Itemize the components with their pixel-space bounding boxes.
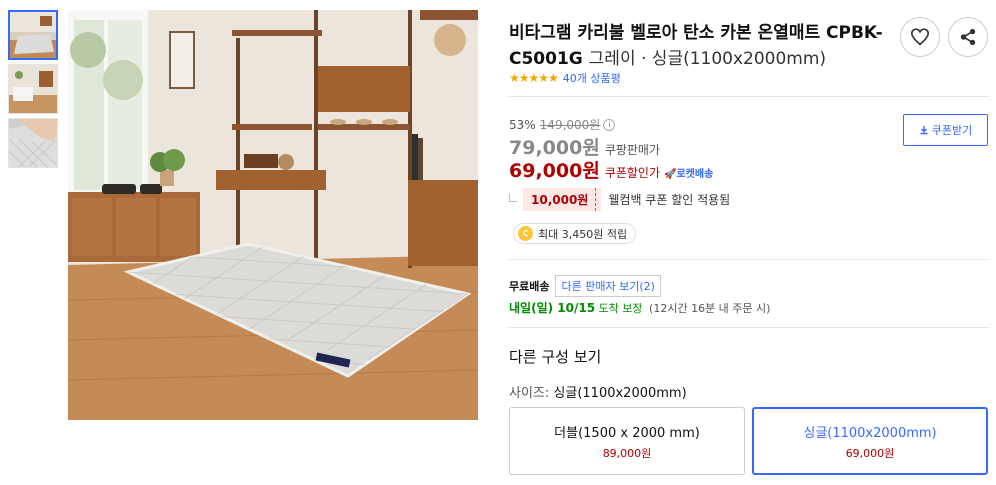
size-line: 사이즈: 싱글(1100x2000mm) — [509, 382, 687, 401]
option-name: 더블(1500 x 2000 mm) — [554, 425, 700, 441]
reward-badge: C 최대 3,450원 적립 — [513, 223, 637, 244]
welcome-coupon-row: 10,000원 웰컴백 쿠폰 할인 적용됨 — [509, 188, 730, 211]
thumbnail-2[interactable] — [8, 64, 58, 114]
discount-row: 53% 149,000원 i — [509, 116, 616, 133]
share-icon — [960, 28, 976, 46]
wishlist-button[interactable] — [900, 17, 940, 57]
size-selected: 싱글(1100x2000mm) — [553, 386, 687, 401]
divider — [509, 327, 989, 328]
rating-row: ★★★★★ 40개 상품평 — [509, 70, 621, 86]
star-rating: ★★★★★ — [509, 71, 559, 85]
option-card-double[interactable]: 더블(1500 x 2000 mm) 89,000원 — [509, 407, 745, 475]
product-title: 비타그램 카리불 벨로아 탄소 카본 온열매트 CPBK-C5001G 그레이 … — [509, 20, 889, 72]
product-title-option: 그레이 · 싱글(1100x2000mm) — [588, 49, 827, 69]
option-price: 89,000원 — [602, 446, 652, 460]
get-coupon-label: 쿠폰받기 — [931, 124, 973, 137]
other-config-title: 다른 구성 보기 — [509, 348, 602, 366]
discount-rate: 53% — [509, 117, 536, 132]
option-card-single[interactable]: 싱글(1100x2000mm) 69,000원 — [752, 407, 988, 475]
option-name: 싱글(1100x2000mm) — [803, 425, 937, 441]
arrival-guarantee: 도착 보장 — [598, 302, 643, 315]
coupon-price: 69,000원 — [509, 160, 600, 182]
product-info-panel: 비타그램 카리불 벨로아 탄소 카본 온열매트 CPBK-C5001G 그레이 … — [509, 0, 989, 485]
free-shipping-label: 무료배송 — [509, 280, 550, 293]
thumbnail-list — [8, 10, 58, 172]
main-product-image — [68, 10, 478, 420]
order-cutoff: (12시간 16분 내 주문 시) — [649, 302, 771, 315]
review-count-link[interactable]: 40개 상품평 — [563, 70, 621, 86]
info-icon[interactable]: i — [603, 118, 616, 131]
divider — [509, 259, 989, 260]
share-button[interactable] — [948, 17, 988, 57]
option-price: 69,000원 — [845, 446, 895, 460]
rocket-delivery-badge: 🚀로켓배송 — [664, 169, 714, 180]
reward-text: 최대 3,450원 적립 — [538, 227, 628, 241]
thumbnail-3[interactable] — [8, 118, 58, 168]
coupon-price-row: 69,000원 쿠폰할인가 🚀로켓배송 — [509, 156, 713, 183]
get-coupon-button[interactable]: 쿠폰받기 — [903, 114, 988, 146]
shipping-row: 무료배송 다른 판매자 보기(2) — [509, 275, 661, 297]
welcome-coupon-text: 웰컴백 쿠폰 할인 적용됨 — [608, 193, 731, 207]
thumbnail-1[interactable] — [8, 10, 58, 60]
coin-icon: C — [518, 226, 533, 241]
original-price: 149,000원 — [539, 118, 601, 132]
coupon-price-label: 쿠폰할인가 — [604, 166, 661, 180]
other-sellers-button[interactable]: 다른 판매자 보기(2) — [555, 275, 661, 297]
divider — [509, 96, 989, 97]
delivery-row: 내일(일) 10/15 도착 보장 (12시간 16분 내 주문 시) — [509, 299, 770, 316]
arrival-date: 내일(일) 10/15 — [509, 301, 596, 315]
heart-icon — [910, 28, 930, 46]
tree-connector — [509, 193, 517, 202]
welcome-coupon-amount: 10,000원 — [523, 188, 602, 211]
size-label: 사이즈: — [509, 386, 550, 401]
download-icon — [920, 126, 928, 135]
